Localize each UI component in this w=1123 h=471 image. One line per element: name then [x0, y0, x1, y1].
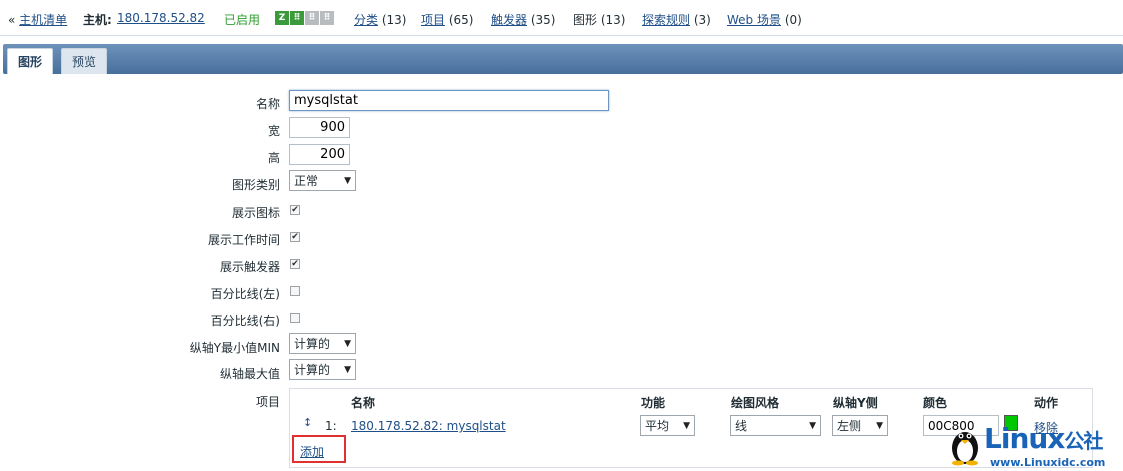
- ymax-label: 纵轴最大值: [219, 367, 280, 381]
- nav-discovery-rules[interactable]: 探索规则 (3): [642, 11, 711, 28]
- percentile-left-label: 百分比线(左): [210, 287, 280, 301]
- ymin-label: 纵轴Y最小值MIN: [189, 341, 280, 355]
- draw-style-select[interactable]: 线 ▼: [730, 415, 821, 436]
- col-header-name: 名称: [351, 396, 376, 410]
- show-triggers-checkbox[interactable]: ✔: [290, 259, 300, 269]
- show-legend-checkbox[interactable]: ✔: [290, 205, 300, 215]
- site-watermark: Linux公社 www.Linuxidc.com: [940, 420, 1123, 471]
- form-tab-strip: 图形 预览: [3, 44, 1123, 74]
- snmp-indicator: ⠿: [290, 11, 304, 25]
- row-index: 1:: [325, 419, 337, 433]
- jmx-indicator: ⠿: [305, 11, 319, 25]
- tab-preview[interactable]: 预览: [61, 48, 108, 74]
- ymax-type-select[interactable]: 计算的 ▼: [289, 359, 356, 380]
- graph-type-label: 图形类别: [231, 178, 280, 192]
- col-header-draw-style: 绘图风格: [731, 396, 780, 410]
- drag-handle-icon[interactable]: ↕: [303, 416, 312, 429]
- dropdown-arrow-icon: ▼: [344, 175, 351, 186]
- width-input[interactable]: [289, 117, 350, 138]
- nav-items[interactable]: 项目 (65): [421, 11, 473, 28]
- watermark-url: www.Linuxidc.com: [990, 456, 1106, 469]
- dropdown-arrow-icon: ▼: [876, 420, 883, 431]
- col-header-function: 功能: [641, 396, 666, 410]
- width-label: 宽: [267, 124, 280, 138]
- nav-graphs: 图形 (13): [573, 13, 626, 27]
- height-label: 高: [267, 151, 280, 165]
- dropdown-arrow-icon: ▼: [683, 420, 690, 431]
- availability-indicators: Z ⠿ ⠿ ⠿: [275, 11, 334, 25]
- host-label: 主机:: [83, 13, 112, 27]
- host-status: 已启用: [224, 13, 261, 27]
- y-axis-side-select[interactable]: 左侧 ▼: [832, 415, 888, 436]
- ymin-type-select[interactable]: 计算的 ▼: [289, 333, 356, 354]
- col-header-color: 颜色: [923, 396, 948, 410]
- host-nav-bar: « 主机清单 主机: 180.178.52.82 已启用 Z ⠿ ⠿ ⠿ 分类 …: [0, 0, 1123, 36]
- dropdown-arrow-icon: ▼: [344, 338, 351, 349]
- dropdown-arrow-icon: ▼: [809, 420, 816, 431]
- height-input[interactable]: [289, 144, 350, 165]
- item-name-link[interactable]: 180.178.52.82: mysqlstat: [351, 419, 506, 433]
- back-link-label[interactable]: 主机清单: [19, 13, 67, 27]
- col-header-action: 动作: [1034, 396, 1059, 410]
- show-legend-label: 展示图标: [231, 206, 280, 220]
- zabbix-agent-indicator: Z: [275, 11, 289, 25]
- highlight-box: [292, 435, 346, 463]
- ipmi-indicator: ⠿: [320, 11, 334, 25]
- tab-graph[interactable]: 图形: [7, 48, 54, 74]
- back-to-hosts-link[interactable]: « 主机清单: [8, 11, 67, 28]
- function-select[interactable]: 平均 ▼: [640, 415, 695, 436]
- col-header-y-axis-side: 纵轴Y侧: [833, 396, 878, 410]
- show-worktime-label: 展示工作时间: [207, 233, 280, 247]
- percentile-left-checkbox[interactable]: [290, 286, 300, 296]
- name-label: 名称: [255, 97, 280, 111]
- show-worktime-checkbox[interactable]: ✔: [290, 232, 300, 242]
- nav-applications[interactable]: 分类 (13): [354, 11, 406, 28]
- dropdown-arrow-icon: ▼: [344, 364, 351, 375]
- name-input[interactable]: [289, 90, 609, 111]
- nav-triggers[interactable]: 触发器 (35): [491, 11, 555, 28]
- host-link[interactable]: 180.178.52.82: [117, 11, 205, 25]
- items-label: 项目: [255, 395, 280, 409]
- nav-web-scenarios[interactable]: Web 场景 (0): [727, 11, 802, 28]
- percentile-right-label: 百分比线(右): [210, 314, 280, 328]
- percentile-right-checkbox[interactable]: [290, 313, 300, 323]
- watermark-brand: Linux公社: [984, 422, 1103, 455]
- tux-penguin-icon: [952, 432, 978, 466]
- double-chevron-left-icon: «: [8, 13, 16, 27]
- graph-type-select[interactable]: 正常 ▼: [289, 170, 356, 191]
- show-triggers-label: 展示触发器: [219, 260, 280, 274]
